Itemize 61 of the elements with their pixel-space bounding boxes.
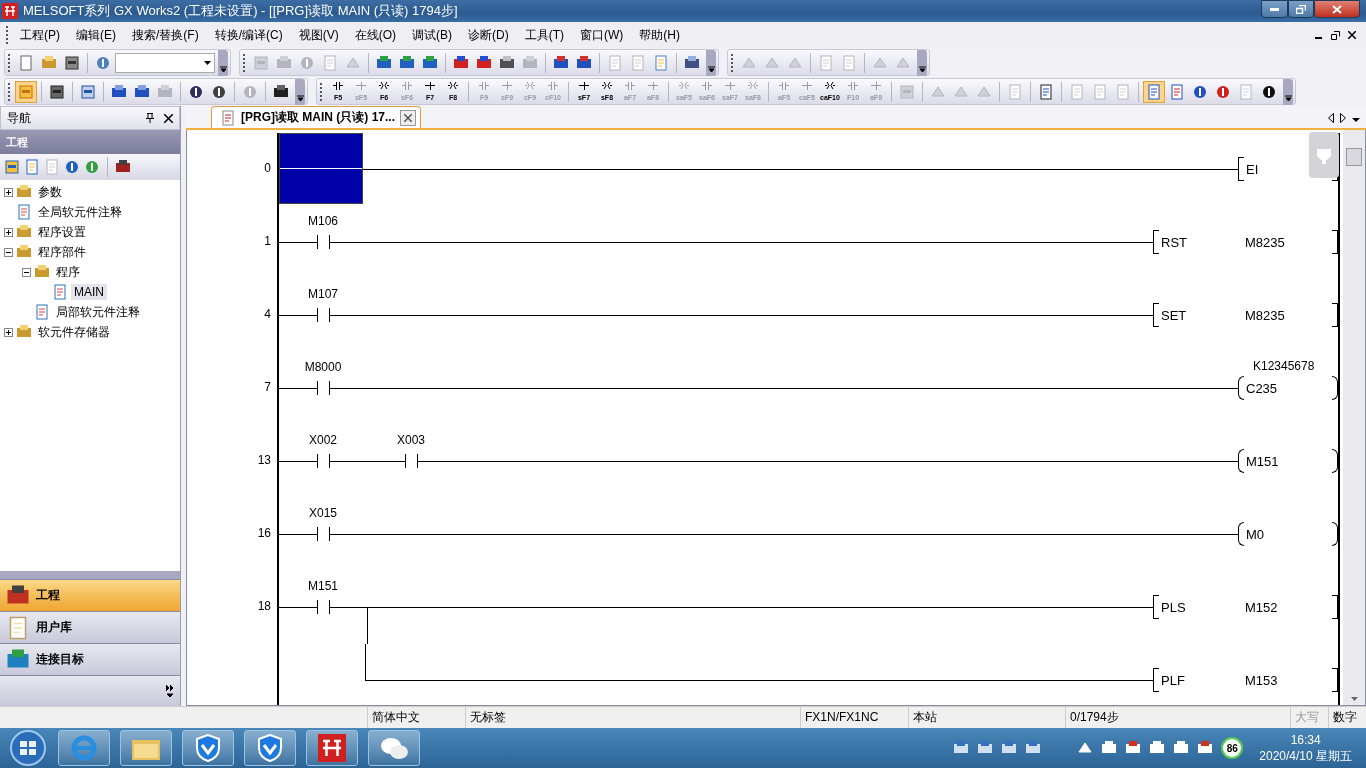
contact-device: M8000: [304, 359, 342, 375]
tree-item[interactable]: 程序部件: [35, 242, 89, 262]
navigator-button[interactable]: 连接目标: [0, 643, 180, 675]
step-number: 0: [263, 160, 272, 177]
tree-item[interactable]: MAIN: [71, 284, 107, 300]
navigator-button-label: 连接目标: [36, 651, 84, 668]
menu-item[interactable]: 工程(P): [12, 26, 68, 44]
clock-date: 2020/4/10 星期五: [1259, 748, 1352, 764]
tree-item[interactable]: 程序: [53, 262, 83, 282]
tab-label: [PRG]读取 MAIN (只读) 17...: [241, 109, 395, 126]
score-badge[interactable]: 86: [1221, 737, 1244, 759]
coil-device: M151: [1246, 453, 1279, 469]
menu-item[interactable]: 视图(V): [290, 26, 347, 44]
contact-device: X003: [397, 432, 425, 448]
step-number: 4: [263, 306, 272, 323]
coil-device: C235: [1246, 380, 1278, 396]
clock-time: 16:34: [1290, 732, 1321, 748]
contact-device: X002: [309, 432, 337, 448]
contact-device: X015: [309, 505, 337, 521]
coil-device: M0: [1246, 526, 1265, 542]
editor-tab[interactable]: [PRG]读取 MAIN (只读) 17...: [211, 106, 421, 128]
tree-item[interactable]: 参数: [35, 182, 65, 202]
contact-device: M107: [308, 286, 338, 302]
navigator-button[interactable]: 工程: [0, 579, 180, 611]
menu-item[interactable]: 帮助(H): [631, 26, 688, 44]
step-number: 16: [256, 525, 272, 542]
navigator-button[interactable]: 用户库: [0, 611, 180, 643]
instruction-operand: M8235: [1245, 307, 1285, 323]
step-number: 13: [256, 452, 272, 469]
navigator-button-label: 用户库: [36, 619, 72, 636]
menu-item[interactable]: 搜索/替换(F): [124, 26, 207, 44]
menu-item[interactable]: 工具(T): [516, 26, 572, 44]
menu-item[interactable]: 在线(O): [346, 26, 404, 44]
coil-setpoint: K12345678: [1252, 359, 1316, 375]
instruction-operand: M8235: [1245, 234, 1285, 250]
clock[interactable]: 16:34 2020/4/10 星期五: [1259, 732, 1352, 764]
menu-item[interactable]: 转换/编译(C): [206, 26, 291, 44]
step-number: 18: [256, 598, 272, 615]
window-title: MELSOFT系列 GX Works2 (工程未设置) - [[PRG]读取 MAIN (只读) 1794步]: [23, 2, 459, 20]
menu-item[interactable]: 诊断(D): [460, 26, 517, 44]
instruction-operand: M152: [1245, 599, 1278, 615]
step-number: 7: [263, 379, 272, 396]
menu-item[interactable]: 调试(B): [404, 26, 460, 44]
instruction-name: SET: [1161, 307, 1188, 323]
tree-item[interactable]: 全局软元件注释: [35, 202, 125, 222]
navigator-title: 导航: [7, 109, 32, 127]
tree-item[interactable]: 软元件存储器: [35, 322, 113, 342]
instruction-name: EI: [1246, 161, 1260, 177]
menu-item[interactable]: 编辑(E): [68, 26, 124, 44]
tree-item[interactable]: 局部软元件注释: [53, 302, 143, 322]
step-number: 1: [263, 233, 272, 250]
navigator-button-label: 工程: [36, 587, 60, 604]
contact-device: M106: [308, 213, 338, 229]
instruction-operand: M153: [1245, 672, 1278, 688]
instruction-name: RST: [1161, 234, 1188, 250]
instruction-name: PLF: [1161, 672, 1186, 688]
section-header: 工程: [0, 130, 180, 154]
menu-item[interactable]: 窗口(W): [572, 26, 632, 44]
contact-device: M151: [308, 578, 338, 594]
tree-item[interactable]: 程序设置: [35, 222, 89, 242]
instruction-name: PLS: [1161, 599, 1187, 615]
